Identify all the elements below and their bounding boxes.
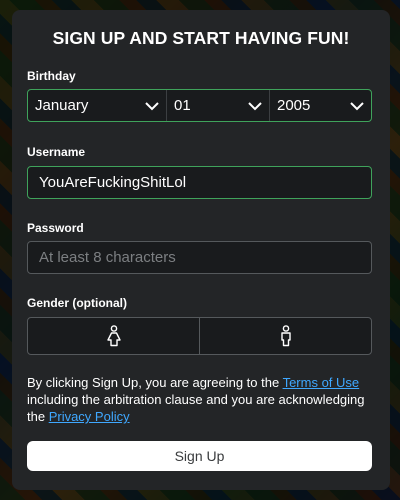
page-title: SIGN UP AND START HAVING FUN! — [52, 28, 350, 48]
gender-male-button[interactable] — [199, 318, 371, 354]
year-select[interactable]: 2005 — [269, 90, 371, 121]
password-label: Password — [27, 221, 84, 235]
gender-selector — [27, 317, 372, 355]
month-value: January — [35, 97, 89, 114]
terms-prefix: By clicking Sign Up, you are agreeing to… — [27, 375, 283, 390]
gender-label: Gender (optional) — [27, 296, 127, 310]
year-value: 2005 — [277, 97, 311, 114]
chevron-down-icon — [145, 102, 159, 111]
chevron-down-icon — [248, 102, 262, 111]
username-input[interactable]: YouAreFuckingShitLol — [27, 166, 372, 199]
birthday-label: Birthday — [27, 69, 76, 83]
day-select[interactable]: 01 — [166, 90, 269, 121]
month-select[interactable]: January — [28, 90, 166, 121]
day-value: 01 — [174, 97, 191, 114]
male-icon — [280, 325, 291, 347]
birthday-selects: January 01 2005 — [27, 89, 372, 122]
password-input[interactable]: At least 8 characters — [27, 241, 372, 274]
signup-card: SIGN UP AND START HAVING FUN! Birthday J… — [12, 10, 390, 490]
gender-female-button[interactable] — [28, 318, 199, 354]
chevron-down-icon — [350, 102, 364, 111]
terms-text: By clicking Sign Up, you are agreeing to… — [27, 374, 372, 425]
privacy-policy-link[interactable]: Privacy Policy — [49, 409, 130, 424]
sign-up-button[interactable]: Sign Up — [27, 441, 372, 471]
terms-of-use-link[interactable]: Terms of Use — [283, 375, 360, 390]
female-icon — [106, 325, 121, 347]
username-label: Username — [27, 145, 86, 159]
